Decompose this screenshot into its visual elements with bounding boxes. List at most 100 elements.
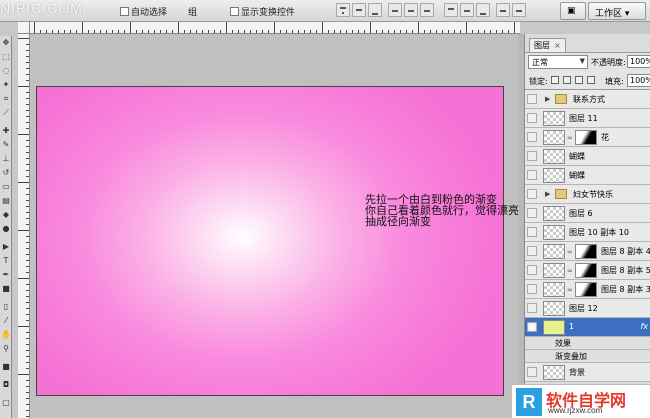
bridge-icon[interactable]: ▣ <box>560 2 586 20</box>
layer-row[interactable]: ∞ 图层 8 副本 3 <box>525 280 650 299</box>
show-transform-checkbox[interactable] <box>230 7 239 16</box>
visibility-eye-icon[interactable] <box>527 132 537 142</box>
brush-tool-icon[interactable]: ✎ <box>1 140 11 150</box>
type-tool-icon[interactable]: T <box>1 256 11 266</box>
screen-mode-icon[interactable]: ▢ <box>1 398 11 408</box>
layer-row[interactable]: 蝴蝶 <box>525 147 650 166</box>
pen-tool-icon[interactable]: ✒ <box>1 270 11 280</box>
align-right-icon[interactable] <box>420 3 434 17</box>
lock-all-icon[interactable] <box>587 76 595 84</box>
layer-mask-thumbnail[interactable] <box>575 282 597 297</box>
layers-tab[interactable]: 图层 × <box>529 38 566 52</box>
layer-row[interactable]: 背景 <box>525 363 650 382</box>
opacity-input[interactable]: 100% <box>627 55 650 68</box>
lock-position-icon[interactable] <box>575 76 583 84</box>
visibility-eye-icon[interactable] <box>527 113 537 123</box>
distribute-bottom-icon[interactable] <box>476 3 490 17</box>
layer-row[interactable]: 图层 11 <box>525 109 650 128</box>
history-brush-icon[interactable]: ↺ <box>1 168 11 178</box>
move-tool-icon[interactable]: ✥ <box>1 38 11 48</box>
link-chain-icon[interactable]: ∞ <box>567 267 573 275</box>
gradient-tool-icon[interactable]: ▤ <box>1 196 11 206</box>
visibility-eye-icon[interactable] <box>527 208 537 218</box>
layer-mask-thumbnail[interactable] <box>575 244 597 259</box>
blur-tool-icon[interactable]: ◆ <box>1 210 11 220</box>
group-select[interactable]: 组 <box>188 5 197 18</box>
auto-select-checkbox[interactable] <box>120 7 129 16</box>
visibility-eye-icon[interactable] <box>527 227 537 237</box>
quick-mask-icon[interactable]: ◘ <box>1 380 11 390</box>
align-middle-icon[interactable] <box>352 3 366 17</box>
layer-row[interactable]: ▶ 联系方式 <box>525 90 650 109</box>
layer-mask-thumbnail[interactable] <box>575 263 597 278</box>
visibility-eye-icon[interactable] <box>527 284 537 294</box>
layer-row[interactable]: 图层 10 副本 10 <box>525 223 650 242</box>
visibility-eye-icon[interactable] <box>527 246 537 256</box>
path-select-icon[interactable]: ▶ <box>1 242 11 252</box>
visibility-eye-icon[interactable] <box>527 367 537 377</box>
layer-effect-row[interactable]: 效果 <box>525 337 650 350</box>
show-transform-option[interactable]: 显示变换控件 <box>230 5 295 18</box>
hand-tool-icon[interactable]: ✋ <box>1 330 11 340</box>
visibility-eye-icon[interactable] <box>527 265 537 275</box>
distribute-top-icon[interactable] <box>444 3 458 17</box>
fx-icon[interactable]: fx <box>640 322 648 331</box>
align-center-icon[interactable] <box>404 3 418 17</box>
align-top-icon[interactable] <box>336 3 350 17</box>
layer-name: 图层 8 副本 3 <box>601 285 650 294</box>
visibility-eye-icon[interactable] <box>527 151 537 161</box>
layer-row[interactable]: 图层 12 <box>525 299 650 318</box>
distribute-right-icon[interactable] <box>512 3 526 17</box>
link-chain-icon[interactable]: ∞ <box>567 248 573 256</box>
lock-transparency-icon[interactable] <box>551 76 559 84</box>
notes-tool-icon[interactable]: ▯ <box>1 302 11 312</box>
link-chain-icon[interactable]: ∞ <box>567 134 573 142</box>
lock-image-icon[interactable] <box>563 76 571 84</box>
crop-tool-icon[interactable]: ⌗ <box>1 94 11 104</box>
link-chain-icon[interactable]: ∞ <box>567 286 573 294</box>
marquee-tool-icon[interactable]: ⬚ <box>1 52 11 62</box>
layer-mask-thumbnail[interactable] <box>575 130 597 145</box>
shape-tool-icon[interactable]: ■ <box>1 284 11 294</box>
layer-row[interactable]: 蝴蝶 <box>525 166 650 185</box>
slice-tool-icon[interactable]: ⟋ <box>1 108 11 118</box>
close-icon[interactable]: × <box>554 41 561 50</box>
expand-triangle-icon[interactable]: ▶ <box>545 190 550 198</box>
eraser-tool-icon[interactable]: ▭ <box>1 182 11 192</box>
zoom-tool-icon[interactable]: ⚲ <box>1 344 11 354</box>
vertical-ruler[interactable] <box>18 34 30 418</box>
distribute-middle-icon[interactable] <box>460 3 474 17</box>
layer-row[interactable]: ◉ 1 fx <box>525 318 650 337</box>
horizontal-ruler[interactable] <box>30 22 520 34</box>
align-bottom-icon[interactable] <box>368 3 382 17</box>
visibility-eye-icon[interactable] <box>527 170 537 180</box>
layer-row[interactable]: ∞ 图层 8 副本 5 <box>525 261 650 280</box>
layer-effect-row[interactable]: 渐变叠加 <box>525 350 650 363</box>
ruler-tick <box>26 410 29 411</box>
fill-input[interactable]: 100% <box>627 74 650 87</box>
layer-row[interactable]: ▶ 妇女节快乐 <box>525 185 650 204</box>
lasso-tool-icon[interactable]: ◌ <box>1 66 11 76</box>
visibility-eye-icon[interactable]: ◉ <box>527 322 537 332</box>
visibility-eye-icon[interactable] <box>527 189 537 199</box>
expand-triangle-icon[interactable]: ▶ <box>545 95 550 103</box>
dodge-tool-icon[interactable]: ● <box>1 224 11 234</box>
layer-row[interactable]: ∞ 花 <box>525 128 650 147</box>
visibility-eye-icon[interactable] <box>527 94 537 104</box>
ruler-tick <box>26 188 29 189</box>
layer-row[interactable]: ∞ 图层 8 副本 4 <box>525 242 650 261</box>
auto-select-option[interactable]: 自动选择 <box>120 5 167 18</box>
layer-row[interactable]: 图层 6 <box>525 204 650 223</box>
gradient-canvas[interactable] <box>36 86 504 396</box>
align-left-icon[interactable] <box>388 3 402 17</box>
magic-wand-icon[interactable]: ✦ <box>1 80 11 90</box>
blend-mode-select[interactable]: 正常 ▼ <box>528 55 588 69</box>
stamp-tool-icon[interactable]: ⊥ <box>1 154 11 164</box>
foreground-color-icon[interactable]: ■ <box>1 362 11 372</box>
eyedropper-icon[interactable]: ⁄ <box>1 316 11 326</box>
visibility-eye-icon[interactable] <box>527 303 537 313</box>
distribute-left-icon[interactable] <box>496 3 510 17</box>
workspace-button[interactable]: 工作区 ▾ <box>588 2 646 20</box>
layer-name: 蝴蝶 <box>569 152 585 161</box>
healing-brush-icon[interactable]: ✚ <box>1 126 11 136</box>
